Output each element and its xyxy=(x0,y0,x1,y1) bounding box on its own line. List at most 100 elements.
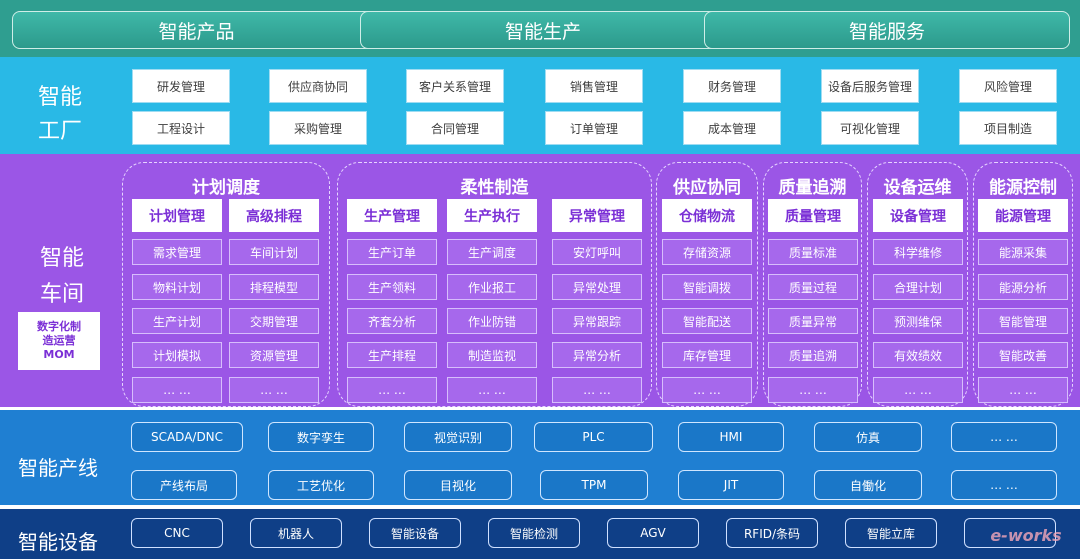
group-cell: … … xyxy=(447,377,537,403)
factory-item: 采购管理 xyxy=(269,111,367,145)
group-cell: 排程模型 xyxy=(229,274,319,300)
group-cell: 质量标准 xyxy=(768,239,858,265)
device-item: 智能检测 xyxy=(488,518,580,548)
group-title: 质量追溯 xyxy=(778,178,847,198)
group-cell: 安灯呼叫 xyxy=(552,239,642,265)
line-item: 工艺优化 xyxy=(268,470,374,500)
factory-item: 项目制造 xyxy=(959,111,1057,145)
factory-title-line2: 工厂 xyxy=(38,119,83,144)
factory-item: 订单管理 xyxy=(545,111,643,145)
column-head: 高级排程 xyxy=(229,199,319,232)
device-title: 智能设备 xyxy=(18,530,98,554)
group-equipment-maintenance: 设备运维 设备管理 科学维修 合理计划 预测维保 有效绩效 … … xyxy=(867,162,968,407)
group-cell: 生产订单 xyxy=(347,239,437,265)
group-title: 柔性制造 xyxy=(460,178,529,198)
group-cell: 智能配送 xyxy=(662,308,752,334)
mom-line3: MOM xyxy=(43,348,75,361)
mom-line1: 数字化制 xyxy=(37,320,81,333)
factory-item: 成本管理 xyxy=(683,111,781,145)
group-cell: 作业防错 xyxy=(447,308,537,334)
factory-item: 工程设计 xyxy=(132,111,230,145)
factory-item: 供应商协同 xyxy=(269,69,367,103)
line-item: HMI xyxy=(678,422,784,452)
factory-item: 财务管理 xyxy=(683,69,781,103)
group-cell: 异常处理 xyxy=(552,274,642,300)
group-cell: 能源分析 xyxy=(978,274,1068,300)
factory-item: 销售管理 xyxy=(545,69,643,103)
device-item: 智能立库 xyxy=(845,518,937,548)
factory-item: 风险管理 xyxy=(959,69,1057,103)
group-cell: 计划模拟 xyxy=(132,342,222,368)
device-item: AGV xyxy=(607,518,699,548)
watermark-logo: e-works xyxy=(990,525,1062,545)
group-cell: 生产调度 xyxy=(447,239,537,265)
smart-workshop-band: 智能 车间 数字化制 造运营 MOM 计划调度 计划管理 高级排程 需求管理 物… xyxy=(0,154,1080,407)
line-item: … … xyxy=(951,422,1057,452)
mom-line2: 造运营 xyxy=(42,334,76,347)
line-item: JIT xyxy=(678,470,784,500)
group-cell: 科学维修 xyxy=(873,239,963,265)
line-item: 产线布局 xyxy=(131,470,237,500)
workshop-title-line2: 车间 xyxy=(40,282,85,307)
group-cell: … … xyxy=(662,377,752,403)
line-item: 目视化 xyxy=(404,470,512,500)
group-cell: … … xyxy=(978,377,1068,403)
group-supply-collaboration: 供应协同 仓储物流 存储资源 智能调拨 智能配送 库存管理 … … xyxy=(656,162,758,407)
group-cell: 制造监视 xyxy=(447,342,537,368)
line-item: 仿真 xyxy=(814,422,922,452)
top-item-smart-production: 智能生产 xyxy=(360,11,726,49)
line-item: SCADA/DNC xyxy=(131,422,243,452)
factory-item: 客户关系管理 xyxy=(406,69,504,103)
smart-device-band: 智能设备 CNC 机器人 智能设备 智能检测 AGV RFID/条码 智能立库 xyxy=(0,509,1080,559)
group-cell: 异常分析 xyxy=(552,342,642,368)
column-head: 能源管理 xyxy=(978,199,1068,232)
group-cell: … … xyxy=(347,377,437,403)
group-cell: 存储资源 xyxy=(662,239,752,265)
factory-item: 合同管理 xyxy=(406,111,504,145)
line-item: … … xyxy=(951,470,1057,500)
group-cell: 车间计划 xyxy=(229,239,319,265)
group-cell: 交期管理 xyxy=(229,308,319,334)
group-title: 设备运维 xyxy=(883,178,952,198)
group-cell: … … xyxy=(229,377,319,403)
group-cell: 异常跟踪 xyxy=(552,308,642,334)
group-cell: 有效绩效 xyxy=(873,342,963,368)
group-cell: 物料计划 xyxy=(132,274,222,300)
group-title: 供应协同 xyxy=(673,178,741,198)
group-quality-traceability: 质量追溯 质量管理 质量标准 质量过程 质量异常 质量追溯 … … xyxy=(763,162,862,407)
group-cell: … … xyxy=(768,377,858,403)
group-cell: 需求管理 xyxy=(132,239,222,265)
workshop-title-line1: 智能 xyxy=(40,246,85,271)
group-cell: 预测维保 xyxy=(873,308,963,334)
group-cell: … … xyxy=(552,377,642,403)
column-head: 生产执行 xyxy=(447,199,537,232)
group-title: 计划调度 xyxy=(192,178,260,198)
column-head: 生产管理 xyxy=(347,199,437,232)
line-item: TPM xyxy=(540,470,648,500)
group-cell: 合理计划 xyxy=(873,274,963,300)
line-item: 数字孪生 xyxy=(268,422,374,452)
column-head: 计划管理 xyxy=(132,199,222,232)
group-planning: 计划调度 计划管理 高级排程 需求管理 物料计划 生产计划 计划模拟 … … 车… xyxy=(122,162,330,407)
line-title: 智能产线 xyxy=(18,456,98,480)
group-cell: 作业报工 xyxy=(447,274,537,300)
column-head: 设备管理 xyxy=(873,199,963,232)
group-cell: … … xyxy=(132,377,222,403)
factory-title-line1: 智能 xyxy=(38,85,83,110)
device-item: 机器人 xyxy=(250,518,342,548)
group-cell: 生产计划 xyxy=(132,308,222,334)
group-cell: 质量追溯 xyxy=(768,342,858,368)
group-cell: 库存管理 xyxy=(662,342,752,368)
column-head: 异常管理 xyxy=(552,199,642,232)
group-cell: 能源采集 xyxy=(978,239,1068,265)
group-cell: 质量过程 xyxy=(768,274,858,300)
line-item: PLC xyxy=(534,422,653,452)
group-cell: 生产领料 xyxy=(347,274,437,300)
device-item: RFID/条码 xyxy=(726,518,818,548)
line-item: 自働化 xyxy=(814,470,922,500)
smart-factory-band: 智能 工厂 研发管理 供应商协同 客户关系管理 销售管理 财务管理 设备后服务管… xyxy=(0,57,1080,154)
factory-item: 研发管理 xyxy=(132,69,230,103)
factory-item: 可视化管理 xyxy=(821,111,919,145)
top-item-smart-service: 智能服务 xyxy=(704,11,1070,49)
group-title: 能源控制 xyxy=(989,178,1057,198)
